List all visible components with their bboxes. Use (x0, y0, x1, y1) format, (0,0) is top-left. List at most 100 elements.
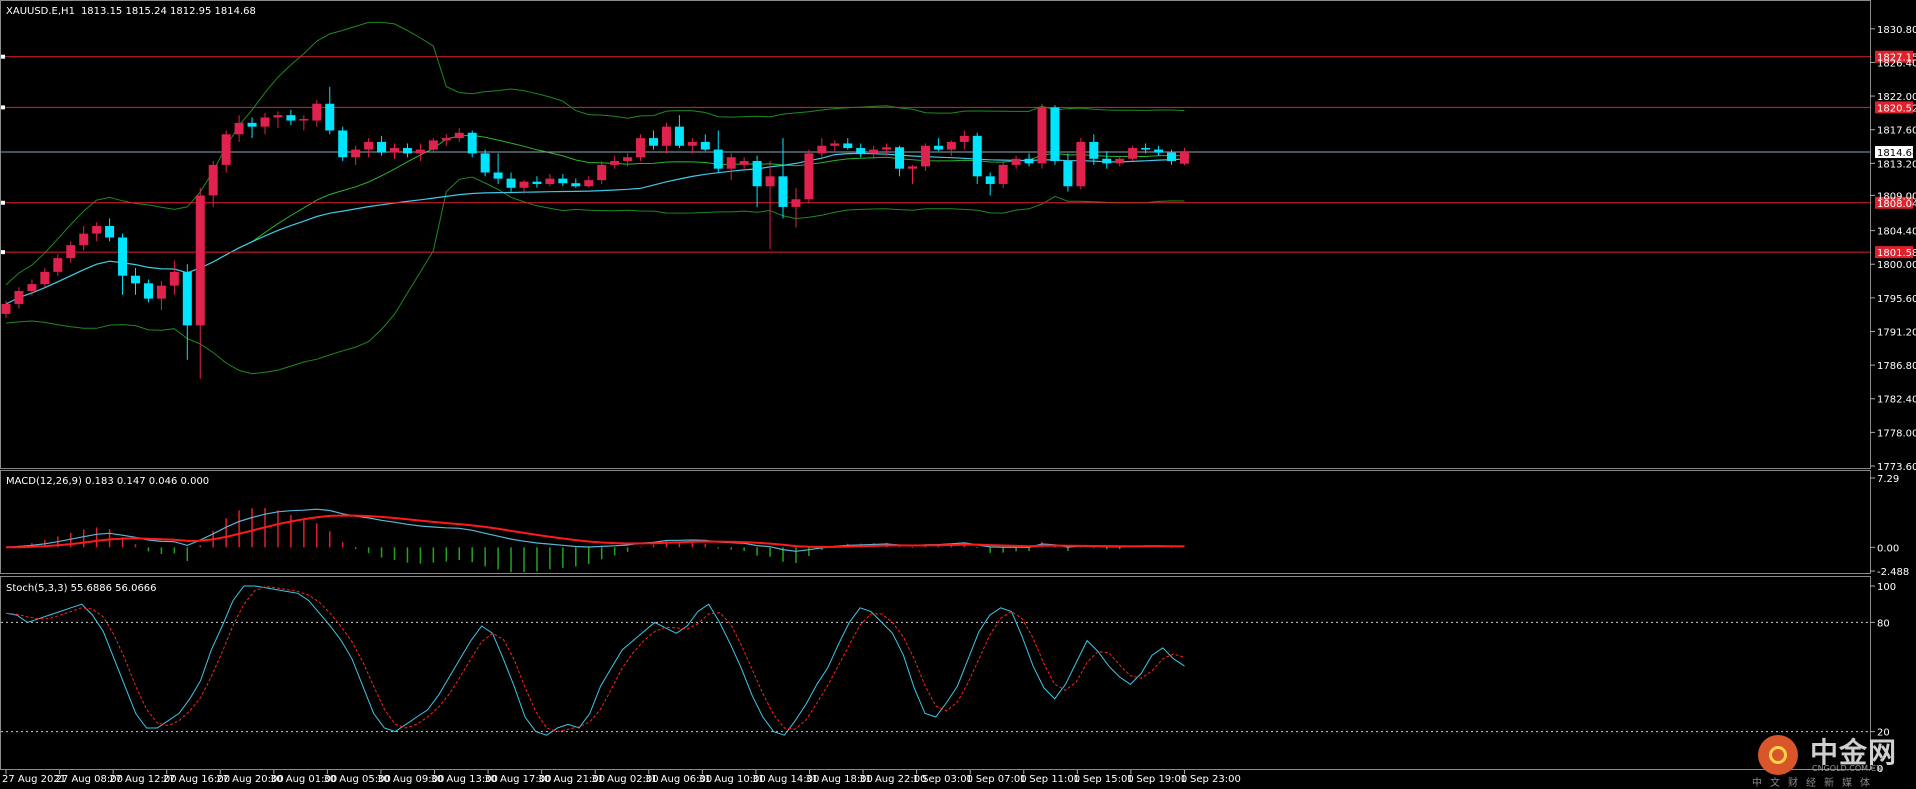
stoch-main-line (5, 585, 1185, 736)
candle (856, 143, 866, 158)
candle (208, 161, 218, 207)
candle-body (895, 147, 905, 169)
candle (247, 117, 257, 139)
candle-body (415, 149, 425, 154)
candle-body (390, 148, 399, 153)
price-tick-label: 1830.80 (1877, 25, 1916, 36)
candle-body (571, 183, 581, 187)
candle (752, 155, 762, 207)
candle (713, 130, 723, 173)
candle (985, 172, 995, 196)
stoch-signal-line (5, 586, 1185, 733)
candle-body (752, 161, 762, 187)
price-tick-label: 1817.60 (1877, 126, 1916, 137)
candle (79, 226, 89, 251)
candle-body (273, 115, 283, 118)
candle-body (402, 148, 412, 154)
bollinger-lower-line (5, 176, 1185, 375)
candle-body (778, 176, 788, 207)
candle-body (985, 176, 995, 184)
price-tick-label: 1804.40 (1877, 227, 1916, 238)
candle-body (959, 135, 969, 142)
candle-body (998, 164, 1008, 184)
candle (946, 140, 956, 156)
candle (1076, 138, 1086, 190)
candle-body (545, 178, 555, 184)
price-tick-label: 1800.00 (1877, 260, 1916, 271)
candle (584, 176, 594, 188)
level-handle (1, 105, 5, 110)
candle-body (14, 290, 24, 304)
candle-body (480, 153, 490, 173)
candle (661, 122, 671, 154)
candle (221, 130, 231, 173)
candle (1154, 145, 1164, 156)
candle (700, 134, 710, 152)
candle (532, 176, 542, 188)
candle (1115, 155, 1125, 167)
candle-body (843, 143, 853, 149)
price-tick-label: 1791.20 (1877, 327, 1916, 338)
candle (273, 111, 283, 129)
price-tick-label: 1809.00 (1877, 191, 1916, 202)
chart-header: XAUUSD.E,H1 1813.15 1815.24 1812.95 1814.… (6, 6, 256, 17)
ohlc-label: 1813.15 1815.24 1812.95 1814.68 (81, 6, 256, 17)
candle-body (234, 122, 244, 135)
level-handle (1, 54, 5, 59)
candle (1179, 147, 1189, 166)
candle (1102, 151, 1112, 169)
candle (1089, 134, 1099, 165)
candle (454, 128, 464, 142)
macd-panel-frame (0, 470, 1871, 574)
candle-body (1076, 141, 1086, 187)
candle-body (325, 103, 335, 131)
candle-body (713, 149, 723, 169)
candle (27, 279, 37, 296)
candle (377, 135, 387, 156)
candle (195, 187, 205, 379)
brand-tagline: 中文财经新媒体 (1752, 778, 1878, 789)
candle-body (66, 245, 76, 259)
candle-body (1115, 158, 1125, 164)
candle-body (765, 176, 775, 187)
x-tick-label: 1 Sep 03:00 (913, 774, 973, 785)
candle (92, 222, 102, 242)
candle-body (946, 141, 956, 150)
candle (972, 132, 982, 184)
price-layer (1, 21, 1870, 379)
candle (66, 241, 76, 263)
candle-body (933, 145, 943, 150)
stoch-layer (1, 585, 1870, 736)
candle (131, 268, 140, 295)
current-price-label: 1814.68 (1877, 148, 1916, 159)
candle-body (118, 237, 128, 276)
level-handle (1, 250, 5, 255)
moving-average-line (5, 152, 1185, 305)
candle (933, 138, 943, 152)
candle (843, 138, 853, 150)
candle (817, 138, 827, 158)
candle (1037, 103, 1047, 169)
candle (351, 145, 361, 165)
candle (558, 174, 568, 187)
candle (778, 138, 788, 219)
macd-label: MACD(12,26,9) 0.183 0.147 0.046 0.000 (6, 476, 209, 487)
candle (325, 86, 335, 135)
candle-body (1179, 152, 1189, 164)
candle-body (972, 135, 982, 177)
candle-body (247, 122, 257, 127)
candle-body (869, 149, 879, 154)
symbol-label: XAUUSD.E,H1 (6, 6, 75, 17)
candle-body (53, 258, 63, 272)
chart: 1827.151820.521808.041801.581830.801826.… (0, 0, 1916, 785)
candle (1050, 105, 1060, 165)
price-tick-label: 1782.40 (1877, 395, 1916, 406)
price-tick-label: 1822.00 (1877, 92, 1916, 103)
candle-body (156, 285, 166, 299)
candle (545, 174, 555, 187)
candle-body (817, 145, 827, 154)
candle-body (661, 126, 671, 146)
candle-body (1063, 161, 1073, 187)
candle-body (584, 180, 594, 187)
candle-body (519, 181, 529, 188)
